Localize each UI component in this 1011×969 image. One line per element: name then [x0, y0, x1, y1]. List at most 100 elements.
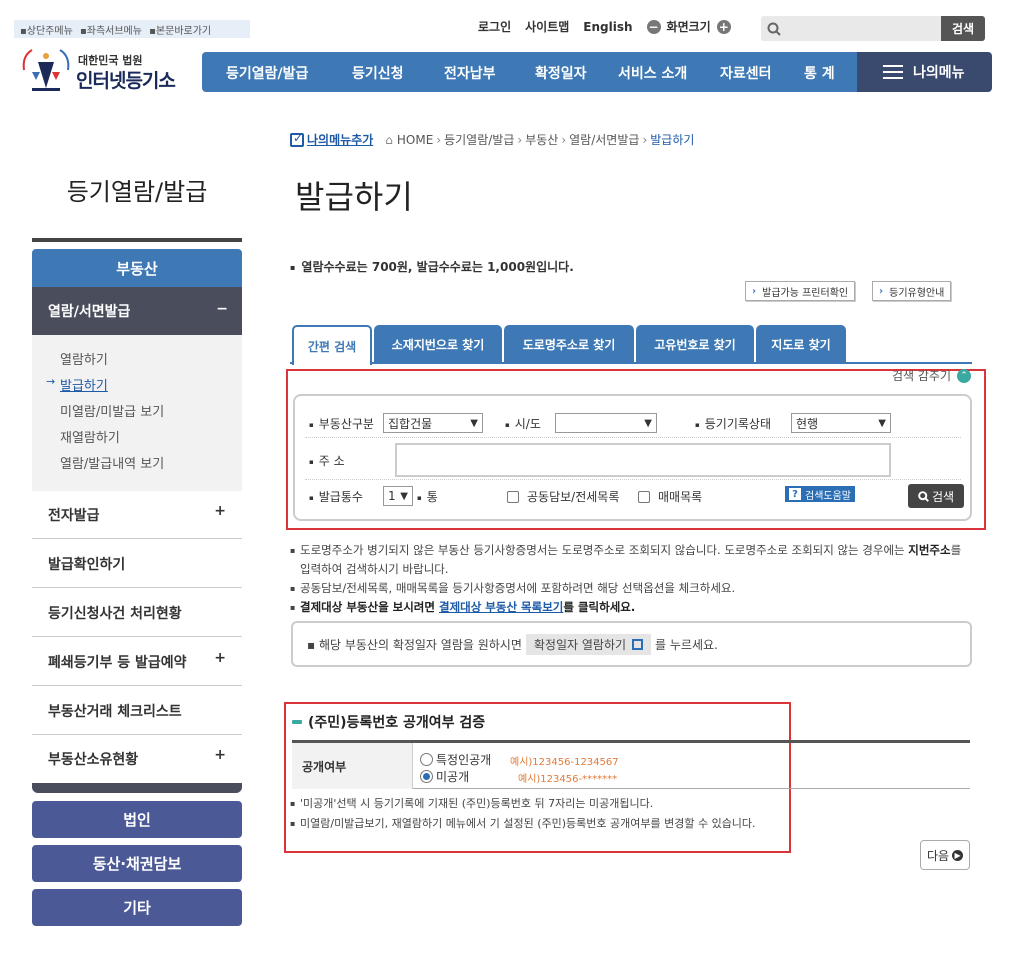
lnb-bottom-bar [32, 783, 242, 793]
search-icon [918, 490, 929, 502]
lnb-button-movable[interactable]: 동산·채권담보 [32, 845, 242, 882]
home-icon: ⌂ [385, 132, 393, 147]
search-help-button[interactable]: ? 검색도움말 [785, 486, 855, 502]
note-options: 공동담보/전세목록, 매매목록을 등기사항증명서에 포함하려면 해당 선택옵션을… [290, 579, 975, 598]
sido-label: 시/도 [505, 415, 541, 432]
lnb-sub-issue[interactable]: 발급하기 [32, 375, 242, 401]
fee-notice: 열람수수료는 700원, 발급수수료는 1,000원입니다. [290, 258, 573, 275]
tab-lot-number[interactable]: 소재지번으로 찾기 [374, 325, 502, 363]
lnb-sub-view[interactable]: 열람하기 [32, 349, 242, 375]
lnb-item-label: 발급확인하기 [48, 556, 126, 573]
lnb-sub-unviewed[interactable]: 미열람/미발급 보기 [32, 401, 242, 427]
form-row-address: 주 소 [305, 438, 961, 480]
nav-item-statistics[interactable]: 통 계 [804, 63, 835, 83]
lnb-item-checklist[interactable]: 부동산거래 체크리스트 [32, 687, 242, 735]
arrow-right-icon: ▶ [952, 849, 964, 861]
zoom-in-icon[interactable]: + [716, 19, 731, 34]
lnb-item-label: 열람/서면발급 [48, 304, 131, 320]
radio-non-disclosure[interactable]: 미공개 [420, 768, 469, 785]
next-button[interactable]: 다음 ▶ [920, 840, 970, 870]
count-label: 발급통수 [309, 488, 363, 505]
breadcrumb-current: 발급하기 [650, 133, 695, 147]
nav-item-e-payment[interactable]: 전자납부 [444, 63, 496, 83]
radio-selected-icon [420, 770, 433, 783]
lnb-item-label: 전자발급 [48, 507, 100, 524]
form-row-type: 부동산구분 집합건물▼ 시/도 ▼ 등기기록상태 현행▼ [305, 408, 961, 438]
chevron-down-icon: ▼ [644, 417, 652, 429]
lnb-item-label: 폐쇄등기부 등 발급예약 [48, 654, 187, 671]
joint-collateral-checkbox[interactable]: 공동담보/전세목록 [507, 488, 619, 505]
fixed-date-view-button[interactable]: 확정일자 열람하기 [525, 633, 652, 655]
lnb-item-label: 부동산거래 체크리스트 [48, 703, 182, 720]
tab-road-address[interactable]: 도로명주소로 찾기 [504, 325, 634, 363]
nav-item-registry-apply[interactable]: 등기신청 [352, 63, 404, 83]
my-menu-button[interactable]: 나의메뉴 [857, 52, 992, 92]
sale-list-checkbox[interactable]: 매매목록 [638, 488, 702, 505]
expand-icon: + [214, 650, 226, 666]
zoom-control: − 화면크기 + [646, 18, 731, 35]
lnb-item-closed-registry[interactable]: 폐쇄등기부 등 발급예약 + [32, 638, 242, 686]
lnb-sub-review[interactable]: 재열람하기 [32, 427, 242, 453]
lnb-item-view-issue[interactable]: 열람/서면발급 − [32, 287, 242, 335]
lnb-button-corporation[interactable]: 법인 [32, 801, 242, 838]
lnb-sub-history[interactable]: 열람/발급내역 보기 [32, 453, 242, 479]
my-menu-label: 나의메뉴 [913, 65, 965, 81]
add-my-menu-link[interactable]: 나의메뉴추가 [290, 131, 373, 148]
tab-quick-search[interactable]: 간편 검색 [292, 325, 372, 365]
checkbox-icon [638, 490, 650, 503]
radio-partial-disclosure[interactable]: 특정인공개 [420, 751, 491, 768]
lnb-button-etc[interactable]: 기타 [32, 889, 242, 926]
chevron-down-icon: ▼ [470, 417, 478, 429]
nav-item-fixed-date[interactable]: 확정일자 [535, 63, 587, 83]
address-input[interactable] [395, 443, 891, 477]
page-title: 발급하기 [295, 178, 413, 216]
lnb-item-case-status[interactable]: 등기신청사건 처리현황 [32, 589, 242, 637]
zoom-out-icon[interactable]: − [646, 19, 661, 34]
logo-title: 인터넷등기소 [76, 70, 176, 92]
nav-item-data-center[interactable]: 자료센터 [720, 63, 772, 83]
sido-select[interactable]: ▼ [555, 413, 657, 433]
count-select[interactable]: 1 ▼ [383, 486, 413, 506]
login-link[interactable]: 로그인 [478, 18, 511, 35]
form-search-button[interactable]: 검색 [908, 484, 964, 508]
fixed-date-notice: ▪ 해당 부동산의 확정일자 열람을 원하시면 확정일자 열람하기 를 누르세요… [291, 621, 972, 667]
status-select[interactable]: 현행 ▼ [791, 413, 891, 433]
lnb-item-e-issue[interactable]: 전자발급 + [32, 491, 242, 539]
title-marker-icon [292, 720, 302, 724]
zoom-label: 화면크기 [666, 20, 711, 34]
skip-link-left[interactable]: ▪좌측서브메뉴 [80, 26, 142, 37]
tab-map[interactable]: 지도로 찾기 [756, 325, 846, 363]
lnb-item-issue-check[interactable]: 발급확인하기 [32, 540, 242, 588]
site-search: 검색 [761, 16, 985, 41]
registry-type-guide-button[interactable]: 등기유형안내 [872, 281, 952, 301]
note-non-disclosure: '미공개'선택 시 등기기록에 기재된 (주민)등록번호 뒤 7자리는 미공개됩… [290, 794, 756, 814]
site-logo[interactable]: 대한민국 법원 인터넷등기소 [18, 44, 198, 94]
sitemap-link[interactable]: 사이트맵 [525, 18, 569, 35]
status-label: 등기기록상태 [695, 415, 771, 432]
payment-list-link[interactable]: 결제대상 부동산 목록보기 [439, 600, 563, 614]
search-button[interactable]: 검색 [941, 16, 985, 41]
breadcrumb-item[interactable]: 열람/서면발급 [569, 131, 639, 148]
type-select[interactable]: 집합건물 ▼ [383, 413, 483, 433]
search-input[interactable] [786, 16, 942, 41]
nav-item-registry-view[interactable]: 등기열람/발급 [226, 63, 308, 83]
lnb-item-ownership[interactable]: 부동산소유현황 + [32, 735, 242, 783]
form-row-options: 발급통수 1▼ 통 공동담보/전세목록 매매목록 ?검색도움말 검색 [305, 480, 964, 512]
nav-item-service-intro[interactable]: 서비스 소개 [618, 63, 687, 83]
address-label: 주 소 [309, 452, 345, 469]
utility-menu: 로그인 사이트맵 English − 화면크기 + [478, 18, 731, 35]
expand-icon: + [214, 503, 226, 519]
breadcrumb-item[interactable]: 등기열람/발급 [444, 131, 514, 148]
tab-unique-number[interactable]: 고유번호로 찾기 [636, 325, 754, 363]
breadcrumb-item[interactable]: 부동산 [525, 131, 558, 148]
note-road-address: 도로명주소가 병기되지 않은 부동산 등기사항증명서는 도로명주소로 조회되지 … [290, 541, 975, 579]
example-partial: 예시)123456-1234567 [510, 757, 619, 768]
skip-link-top[interactable]: ▪상단주메뉴 [20, 26, 73, 37]
breadcrumb-home[interactable]: HOME [397, 133, 433, 147]
english-link[interactable]: English [583, 20, 632, 34]
printer-check-button[interactable]: 발급가능 프린터확인 [745, 281, 856, 301]
lnb-item-label: 등기신청사건 처리현황 [48, 605, 182, 622]
skip-link-content[interactable]: ▪본문바로가기 [149, 26, 211, 37]
hide-search-toggle[interactable]: 검색 감추기 ⌃ [892, 367, 972, 384]
lnb-head-real-estate[interactable]: 부동산 [32, 249, 242, 287]
